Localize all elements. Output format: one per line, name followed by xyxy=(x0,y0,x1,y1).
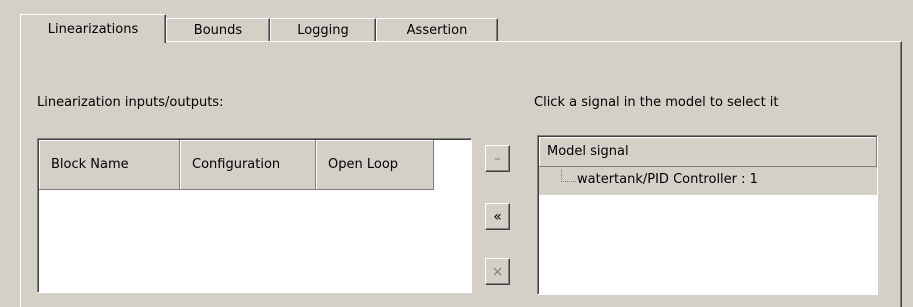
io-label: Linearization inputs/outputs: xyxy=(37,95,224,110)
tab-label: Assertion xyxy=(406,22,468,38)
close-icon: × xyxy=(491,263,504,280)
signal-label: watertank/PID Controller : 1 xyxy=(577,172,758,187)
tab-logging[interactable]: Logging xyxy=(270,18,376,41)
io-table-header: Block Name Configuration Open Loop xyxy=(39,140,434,190)
double-chevron-left-icon: « xyxy=(493,208,502,225)
tab-assertion[interactable]: Assertion xyxy=(376,18,498,41)
signal-hint-label: Click a signal in the model to select it xyxy=(534,95,779,110)
tab-label: Bounds xyxy=(193,22,243,38)
delete-button[interactable]: × xyxy=(485,258,510,285)
add-signal-button[interactable]: « xyxy=(485,203,510,230)
tab-bounds[interactable]: Bounds xyxy=(166,18,270,41)
model-signal-header: Model signal xyxy=(539,137,877,167)
column-block-name[interactable]: Block Name xyxy=(39,140,180,190)
remove-button[interactable]: – xyxy=(485,145,510,172)
tab-label: Logging xyxy=(297,22,349,38)
tab-label: Linearizations xyxy=(47,21,139,37)
tree-item-signal[interactable]: watertank/PID Controller : 1 xyxy=(539,167,877,195)
column-open-loop[interactable]: Open Loop xyxy=(316,140,434,190)
minus-icon: – xyxy=(494,150,501,167)
column-configuration[interactable]: Configuration xyxy=(180,140,316,190)
tree-connector xyxy=(561,169,576,182)
io-table[interactable]: Block Name Configuration Open Loop xyxy=(37,138,472,293)
tab-linearizations[interactable]: Linearizations xyxy=(20,14,166,43)
model-signal-tree[interactable]: Model signal watertank/PID Controller : … xyxy=(537,135,878,295)
